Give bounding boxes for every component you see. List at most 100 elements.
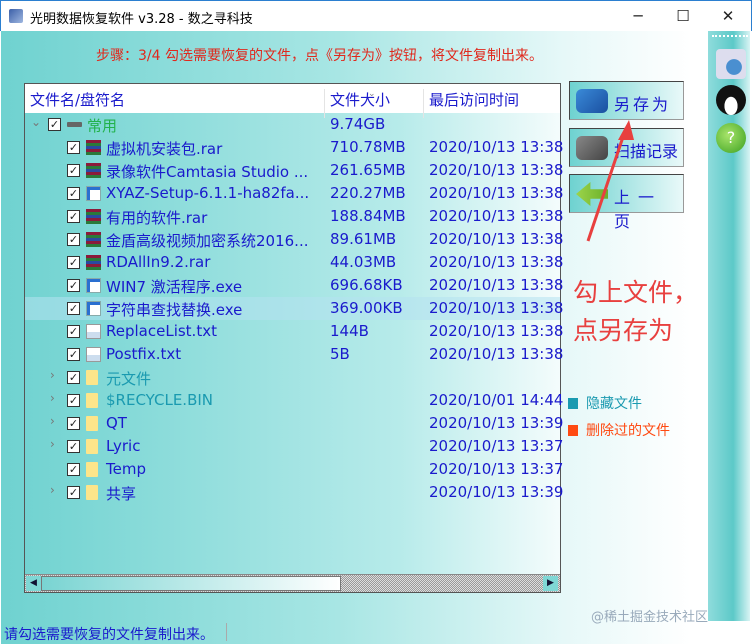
title-bar: 光明数据恢复软件 v3.28 - 数之寻科技 ─ ☐ ✕: [0, 0, 752, 31]
settings-icon[interactable]: [716, 49, 746, 79]
rar-icon: [86, 163, 101, 178]
file-name: 虚拟机安装包.rar: [106, 140, 223, 158]
file-size: 220.27MB: [330, 184, 406, 202]
access-time: 2020/10/13 13:39: [429, 483, 564, 501]
table-row[interactable]: ✓ 字符串查找替换.exe 369.00KB 2020/10/13 13:38: [25, 297, 564, 320]
step-instruction: 步骤：3/4 勾选需要恢复的文件，点《另存为》按钮，将文件复制出来。: [96, 48, 543, 64]
app-icon: [9, 9, 23, 23]
row-checkbox[interactable]: ✓: [67, 210, 80, 223]
minimize-button[interactable]: ─: [615, 1, 661, 31]
expand-toggle-icon[interactable]: ›: [50, 437, 55, 451]
access-time: 2020/10/13 13:38: [429, 138, 564, 156]
folder-icon: [86, 370, 98, 385]
row-checkbox[interactable]: ✓: [67, 233, 80, 246]
file-name: 有用的软件.rar: [106, 209, 208, 227]
row-checkbox[interactable]: ✓: [67, 440, 80, 453]
rar-icon: [86, 140, 101, 155]
rar-icon: [86, 232, 101, 247]
row-checkbox[interactable]: ✓: [67, 486, 80, 499]
expand-toggle-icon[interactable]: ›: [50, 391, 55, 405]
grip[interactable]: [712, 35, 748, 38]
column-header-size[interactable]: 文件大小: [330, 89, 390, 110]
file-size: 696.68KB: [330, 276, 403, 294]
annotation-line2: 点另存为: [573, 316, 674, 345]
file-name: 共享: [106, 485, 137, 503]
table-row[interactable]: ⌄ ✓ 常用 9.74GB: [25, 113, 560, 136]
file-size: 9.74GB: [330, 115, 386, 133]
row-checkbox[interactable]: ✓: [67, 417, 80, 430]
txt-icon: [86, 324, 101, 339]
scroll-left-button[interactable]: ◀: [26, 576, 41, 591]
access-time: 2020/10/13 13:38: [429, 299, 564, 317]
table-row[interactable]: › ✓ 元文件: [25, 366, 560, 389]
drive-icon: [67, 122, 82, 127]
close-button[interactable]: ✕: [705, 1, 751, 31]
rar-icon: [86, 255, 101, 270]
maximize-button[interactable]: ☐: [660, 1, 706, 31]
table-row[interactable]: ✓ 虚拟机安装包.rar 710.78MB 2020/10/13 13:38: [25, 136, 564, 159]
file-name: 元文件: [106, 370, 152, 388]
row-checkbox[interactable]: ✓: [67, 325, 80, 338]
row-checkbox[interactable]: ✓: [67, 348, 80, 361]
column-header-time[interactable]: 最后访问时间: [429, 89, 519, 110]
file-size: 261.65MB: [330, 161, 406, 179]
table-row[interactable]: ✓ XYAZ-Setup-6.1.1-ha82fa... 220.27MB 2020/…: [25, 182, 564, 205]
legend-swatch: [568, 398, 578, 409]
file-name: WIN7 激活程序.exe: [106, 278, 243, 296]
table-row[interactable]: ✓ 录像软件Camtasia Studio ... 261.65MB 2020/10/…: [25, 159, 564, 182]
file-name: XYAZ-Setup-6.1.1-ha82fa...: [106, 184, 310, 202]
save-as-button[interactable]: 另存为: [569, 81, 684, 120]
help-icon[interactable]: ?: [716, 123, 746, 153]
row-checkbox[interactable]: ✓: [67, 187, 80, 200]
column-header-name[interactable]: 文件名/盘符名: [30, 89, 125, 110]
row-checkbox[interactable]: ✓: [67, 141, 80, 154]
horizontal-scrollbar[interactable]: ◀ ▶: [25, 574, 560, 592]
table-row[interactable]: › ✓ 共享 2020/10/13 13:39: [25, 481, 564, 504]
file-name: Lyric: [106, 437, 141, 455]
table-row[interactable]: › ✓ Lyric 2020/10/13 13:37: [25, 435, 563, 458]
table-row[interactable]: ✓ 金盾高级视频加密系统2016... 89.61MB 2020/10/13 13:3…: [25, 228, 564, 251]
expand-toggle-icon[interactable]: ›: [50, 368, 55, 382]
window-title: 光明数据恢复软件 v3.28 - 数之寻科技: [30, 12, 253, 27]
expand-toggle-icon[interactable]: ›: [50, 414, 55, 428]
access-time: 2020/10/01 14:44: [429, 391, 564, 409]
folder-icon: [86, 485, 98, 500]
row-checkbox[interactable]: ✓: [67, 371, 80, 384]
table-row[interactable]: ✓ 有用的软件.rar 188.84MB 2020/10/13 13:38: [25, 205, 563, 228]
access-time: 2020/10/13 13:38: [429, 230, 564, 248]
file-tree-list[interactable]: 文件名/盘符名 ⌄ 文件大小 最后访问时间 ⌄ ✓ 常用 9.74GB ✓ 虚拟机安装包.…: [24, 83, 564, 593]
rar-icon: [86, 209, 101, 224]
file-name: Temp: [106, 460, 146, 478]
access-time: 2020/10/13 13:38: [429, 184, 564, 202]
save-icon: [576, 89, 608, 113]
row-checkbox[interactable]: ✓: [48, 118, 61, 131]
table-row[interactable]: › ✓ QT 2020/10/13 13:39: [25, 412, 563, 435]
annotation-arrow-icon: [586, 120, 634, 242]
file-name: 常用: [87, 117, 118, 135]
row-checkbox[interactable]: ✓: [67, 164, 80, 177]
access-time: 2020/10/13 13:38: [429, 161, 564, 179]
table-row[interactable]: › ✓ $RECYCLE.BIN 2020/10/01 14:44: [25, 389, 564, 412]
scrollbar-thumb[interactable]: [41, 576, 341, 591]
table-row[interactable]: ✓ WIN7 激活程序.exe 696.68KB 2020/10/13 13:38: [25, 274, 563, 297]
table-row[interactable]: ✓ Temp 2020/10/13 13:37: [25, 458, 563, 481]
table-row[interactable]: ✓ Postfix.txt 5B 2020/10/13 13:38: [25, 343, 563, 366]
row-checkbox[interactable]: ✓: [67, 463, 80, 476]
row-checkbox[interactable]: ✓: [67, 302, 80, 315]
folder-icon: [86, 416, 98, 431]
row-checkbox[interactable]: ✓: [67, 394, 80, 407]
file-name: RDAllIn9.2.rar: [106, 253, 211, 271]
table-row[interactable]: ✓ ReplaceList.txt 144B 2020/10/13 13:38: [25, 320, 564, 343]
legend-hidden-files: 隐藏文件: [568, 393, 642, 413]
expand-toggle-icon[interactable]: ⌄: [31, 115, 41, 129]
row-checkbox[interactable]: ✓: [67, 279, 80, 292]
txt-icon: [86, 347, 101, 362]
qq-icon[interactable]: [716, 85, 746, 115]
expand-toggle-icon[interactable]: ›: [50, 483, 55, 497]
row-checkbox[interactable]: ✓: [67, 256, 80, 269]
main-panel: ? 步骤：3/4 勾选需要恢复的文件，点《另存为》按钮，将文件复制出来。 文件名…: [1, 31, 751, 644]
access-time: 2020/10/13 13:38: [429, 322, 564, 340]
scroll-right-button[interactable]: ▶: [543, 576, 558, 591]
legend-deleted-files: 删除过的文件: [568, 420, 670, 440]
table-row[interactable]: ✓ RDAllIn9.2.rar 44.03MB 2020/10/13 13:38: [25, 251, 563, 274]
